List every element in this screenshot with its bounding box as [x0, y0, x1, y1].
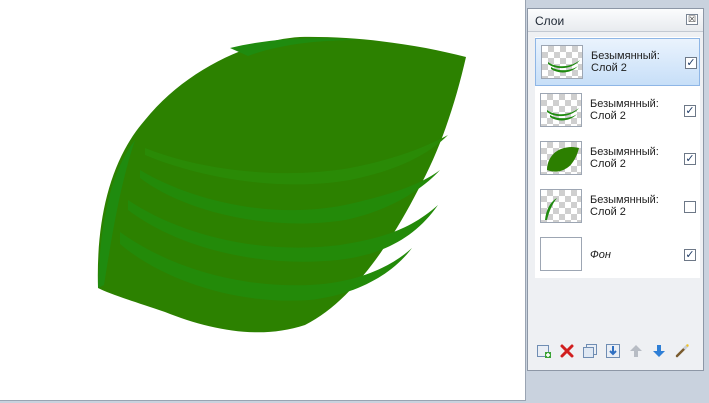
layer-visibility-checkbox[interactable]: ✓: [684, 153, 696, 165]
white-background-thumbnail: [540, 237, 582, 271]
layer-visibility-checkbox[interactable]: ✓: [684, 105, 696, 117]
layer-name: Фон: [590, 249, 611, 261]
move-down-icon[interactable]: [651, 343, 667, 359]
leaf-veins-icon: [541, 45, 583, 79]
duplicate-layer-icon[interactable]: [582, 343, 598, 359]
layer-visibility-checkbox[interactable]: [684, 201, 696, 213]
layer-row[interactable]: Фон ✓: [535, 231, 700, 279]
layer-row[interactable]: Безымянный: Слой 2: [535, 183, 700, 231]
layer-name: Безымянный: Слой 2: [590, 194, 659, 218]
layer-row[interactable]: Безымянный: Слой 2 ✓: [535, 87, 700, 135]
layer-row[interactable]: Безымянный: Слой 2 ✓: [535, 38, 700, 86]
leaf-edge-icon: [540, 189, 582, 223]
layer-name: Безымянный: Слой 2: [590, 146, 659, 170]
layers-panel-titlebar[interactable]: Слои ☒: [528, 9, 703, 32]
delete-layer-icon[interactable]: [559, 343, 575, 359]
leaf-icon: [540, 141, 582, 175]
layer-visibility-checkbox[interactable]: ✓: [684, 249, 696, 261]
layers-panel: Слои ☒ Безымянный: Слой 2 ✓ Безымянный: …: [527, 8, 704, 371]
close-icon[interactable]: ☒: [686, 14, 698, 25]
layer-properties-icon[interactable]: [674, 343, 690, 359]
move-up-icon[interactable]: [628, 343, 644, 359]
leaf-veins-icon: [540, 93, 582, 127]
layer-name: Безымянный: Слой 2: [591, 50, 660, 74]
layer-name: Безымянный: Слой 2: [590, 98, 659, 122]
layer-visibility-checkbox[interactable]: ✓: [685, 57, 697, 69]
layer-row[interactable]: Безымянный: Слой 2 ✓: [535, 135, 700, 183]
merge-down-icon[interactable]: [605, 343, 621, 359]
leaf-drawing: [97, 36, 466, 333]
layers-list: Безымянный: Слой 2 ✓ Безымянный: Слой 2 …: [535, 37, 700, 278]
add-layer-icon[interactable]: [536, 343, 552, 359]
layers-panel-title: Слои: [535, 14, 565, 28]
image-canvas[interactable]: [0, 0, 526, 401]
